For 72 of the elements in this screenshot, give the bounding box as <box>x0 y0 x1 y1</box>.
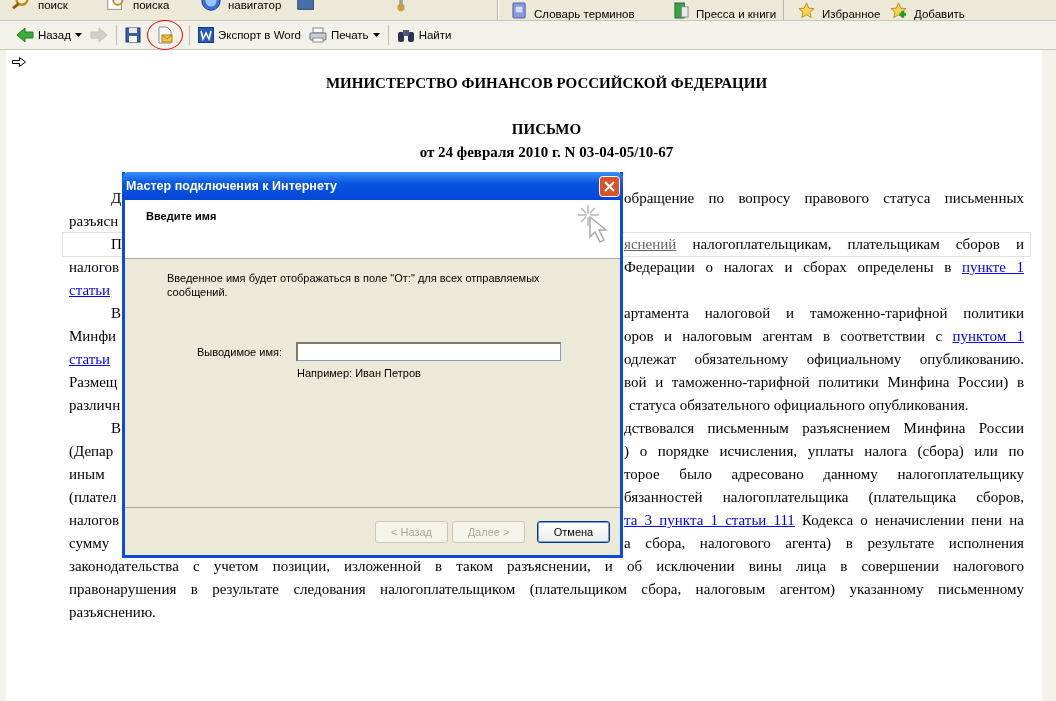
forward-arrow-icon <box>89 27 108 43</box>
toolbar-button[interactable]: Добавить <box>914 8 965 20</box>
document-text: дствовался письменным разъяснением Минфина России <box>624 419 1024 438</box>
document-text: разъясн <box>69 213 119 229</box>
document-heading: ПИСЬМО <box>510 120 583 139</box>
document-text: бязанностей налогоплательщика (плательщика сборов, <box>624 488 1024 507</box>
document-heading: МИНИСТЕРСТВО ФИНАНСОВ РОССИЙСКОЙ ФЕДЕРАЦИИ <box>324 74 769 93</box>
toolbar-button[interactable]: Найти <box>392 25 456 45</box>
document-text: В <box>111 305 121 321</box>
document-text: законодательства с учетом позиции, изложенной в таком разъяснении, и об исключении вины лица в совершении налогового <box>69 557 1024 576</box>
document-link[interactable]: пункте 1 <box>961 259 1024 275</box>
document-text: сумму <box>69 535 110 551</box>
document-text: Федерации о налогах и сборах определены в пункте 1 <box>624 258 1024 277</box>
dialog-title: Мастер подключения к Интернету <box>126 179 338 193</box>
document-text: одлежат обязательному официальному опубликованию. <box>624 350 1024 369</box>
document-text: П <box>111 236 122 252</box>
star-icon <box>798 1 815 19</box>
toolbar-button[interactable]: Назад <box>12 25 86 45</box>
document-heading: от 24 февраля 2010 г. N 03-04-05/10-67 <box>418 143 675 162</box>
word-document-icon <box>197 27 214 43</box>
dialog-button[interactable]: Отмена <box>537 520 610 543</box>
arrow-icon[interactable] <box>12 57 26 67</box>
document-text: (плател <box>69 489 117 505</box>
document-text: налогов <box>69 512 120 528</box>
wizard-heading: Введите имя <box>146 210 217 224</box>
document-text: а сбора, налогового агента) в результате исполнения <box>624 534 1024 553</box>
toolbar-button[interactable]: Печать <box>304 25 384 45</box>
document-text: правонарушения в результате следования налогоплательщиком (плательщиком сбора, налоговым агентом) указанному письменному <box>69 580 1024 599</box>
document-text: налогов <box>69 259 120 275</box>
toolbar-button[interactable]: Избранное <box>822 8 881 20</box>
toolbar-button[interactable]: поиск <box>38 0 68 11</box>
document-link[interactable]: яснений <box>624 236 677 252</box>
field-label: Выводимое имя: <box>197 345 282 358</box>
toolbar-button[interactable]: навигатор <box>228 0 282 11</box>
document-text: торое было адресовано данному налогоплательщику <box>624 465 1024 484</box>
document-text: артамента налоговой и таможенно-тарифной политики <box>624 304 1024 323</box>
document-text: обращение по вопросу правового статуса письменных <box>624 189 1024 208</box>
document-text: (Депар <box>69 443 114 459</box>
document-link[interactable]: статьи <box>69 351 111 367</box>
star-plus-icon <box>890 1 907 19</box>
document-text: разъяснению. <box>69 603 157 622</box>
document-text: вой и таможенно-тарифной политики Минфина России) в <box>624 373 1024 392</box>
caret-icon <box>372 33 380 37</box>
document-text: В <box>111 420 121 436</box>
description-text: Введенное имя будет отображаться в поле "От:" для всех отправляемых сообщений. <box>167 271 541 299</box>
example-text: Например: Иван Петров <box>297 367 422 379</box>
binoculars-icon <box>396 27 415 43</box>
back-arrow-icon <box>16 27 34 43</box>
document-envelope-icon <box>156 26 173 44</box>
toolbar-button[interactable]: Пресса и книги <box>696 8 777 20</box>
document-text: Д <box>111 190 122 206</box>
document-link[interactable]: та 3 пункта 1 статьи 111 <box>624 512 795 528</box>
book-icon <box>512 1 527 19</box>
document-link[interactable]: пунктом 1 <box>952 328 1024 344</box>
document-text: различн <box>69 397 121 413</box>
document-text: Размещ <box>69 374 118 390</box>
toolbar-button[interactable]: поиска <box>133 0 170 11</box>
document-text: иным <box>69 466 105 482</box>
document-text: статуса обязательного официального опубликования. <box>629 396 970 415</box>
display-name-field[interactable] <box>296 342 561 361</box>
document-text: та 3 пункта 1 статьи 111 Кодекса о неначислении пени на <box>624 511 1024 530</box>
document-text: оров и налоговым агентам в соответствии с пунктом 1 <box>624 327 1024 346</box>
toolbar-button[interactable]: Словарь терминов <box>534 8 635 20</box>
printer-icon <box>308 27 327 43</box>
document-text: ) о порядке исчисления, уплаты налога (сбора) или по <box>624 442 1024 461</box>
toolbar-button[interactable]: Экспорт в Word <box>193 25 305 45</box>
book-icon <box>674 1 689 19</box>
document-text: яснений налогоплательщикам, плательщикам сборов и <box>624 235 1024 254</box>
document-text: Минфи <box>69 328 117 344</box>
close-button[interactable] <box>599 175 620 197</box>
caret-icon <box>74 33 82 37</box>
document-link[interactable]: статьи <box>69 282 111 298</box>
